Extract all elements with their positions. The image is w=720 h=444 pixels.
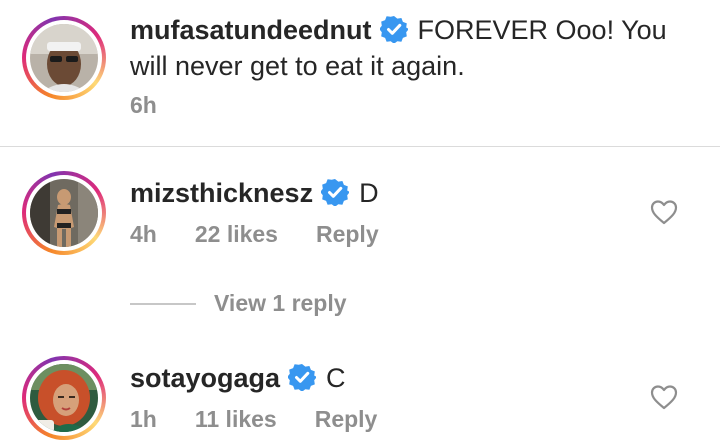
caption-text-line2: will never get to eat it again. (130, 51, 465, 81)
caption-text-line1: FOREVER Ooo! You (417, 15, 667, 45)
reply-button[interactable]: Reply (316, 221, 379, 247)
caption-comment: mufasatundeednut FOREVER Ooo! You will ne… (0, 0, 720, 146)
avatar-mufasatundeednut[interactable] (22, 16, 106, 100)
reply-button[interactable]: Reply (315, 406, 378, 432)
avatar-photo (30, 364, 98, 432)
avatar-mizsthicknesz[interactable] (22, 171, 106, 255)
verified-badge-icon (378, 15, 409, 52)
comment-text: D (359, 178, 379, 208)
caption-time: 6h (130, 92, 157, 118)
avatar-photo (30, 179, 98, 247)
comment-text: C (326, 363, 346, 393)
comment-likes[interactable]: 22 likes (195, 221, 278, 247)
comment-time: 1h (130, 406, 157, 432)
avatar-sotayogaga[interactable] (22, 356, 106, 440)
comment-item: mizsthicknesz D 4h 22 likes Reply (0, 147, 720, 277)
comment-likes[interactable]: 11 likes (195, 406, 277, 432)
heart-outline-icon[interactable] (650, 384, 678, 415)
comment-username[interactable]: mizsthicknesz (130, 178, 313, 208)
caption-username[interactable]: mufasatundeednut (130, 15, 372, 45)
view-replies-button[interactable]: View 1 reply (214, 290, 347, 317)
verified-badge-icon (320, 178, 350, 215)
comment-username[interactable]: sotayogaga (130, 363, 280, 393)
comment-time: 4h (130, 221, 157, 247)
verified-badge-icon (287, 363, 317, 400)
heart-outline-icon[interactable] (650, 199, 678, 230)
comment-item: sotayogaga C 1h 11 likes Reply (0, 338, 720, 444)
replies-divider-line (130, 303, 196, 305)
avatar-photo (30, 24, 98, 92)
